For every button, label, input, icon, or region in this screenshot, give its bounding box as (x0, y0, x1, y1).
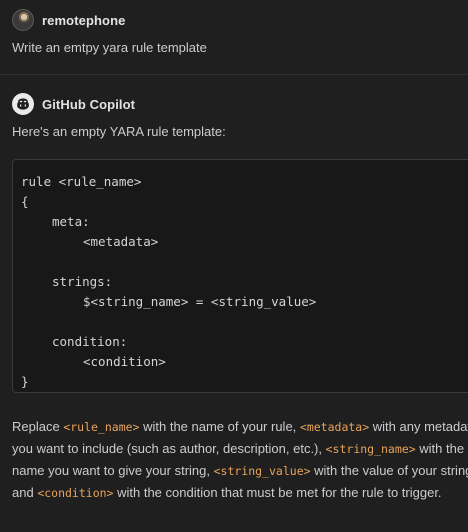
explanation-text: with the condition that must be met for … (113, 485, 442, 500)
inline-code-metadata: <metadata> (299, 420, 370, 434)
chat-panel: remotephone Write an emtpy yara rule tem… (0, 0, 468, 532)
user-message-text: Write an emtpy yara rule template (12, 40, 207, 55)
user-message-header: remotephone (12, 8, 468, 32)
code-line: $<string_name> = <string_value> (83, 294, 317, 309)
copilot-icon (12, 93, 34, 115)
code-line: } (21, 374, 29, 389)
code-line: meta: (52, 214, 90, 229)
user-avatar (12, 9, 34, 31)
inline-code-string-name: <string_name> (325, 442, 416, 456)
user-message: remotephone Write an emtpy yara rule tem… (12, 8, 468, 58)
code-block[interactable]: rule <rule_name> { meta: <metadata> stri… (12, 159, 468, 393)
code-line: <metadata> (83, 234, 159, 249)
user-author-name: remotephone (42, 12, 126, 28)
inline-code-string-value: <string_value> (213, 464, 311, 478)
code-line: strings: (52, 274, 113, 289)
assistant-message-header: GitHub Copilot (12, 92, 468, 116)
assistant-message: GitHub Copilot Here's an empty YARA rule… (12, 92, 468, 142)
inline-code-rule-name: <rule_name> (63, 420, 140, 434)
assistant-author-name: GitHub Copilot (42, 96, 136, 112)
inline-code-condition: <condition> (37, 486, 114, 500)
code-line: rule <rule_name> (21, 174, 142, 189)
code-line: { (21, 194, 29, 209)
assistant-intro-text: Here's an empty YARA rule template: (12, 124, 226, 139)
explanation-text: with the name of your rule, (139, 419, 300, 434)
code-line: <condition> (83, 354, 166, 369)
explanation-text: Replace (12, 419, 64, 434)
assistant-explanation: Replace <rule_name> with the name of you… (12, 416, 468, 504)
code-line: condition: (52, 334, 128, 349)
message-divider (0, 74, 468, 75)
